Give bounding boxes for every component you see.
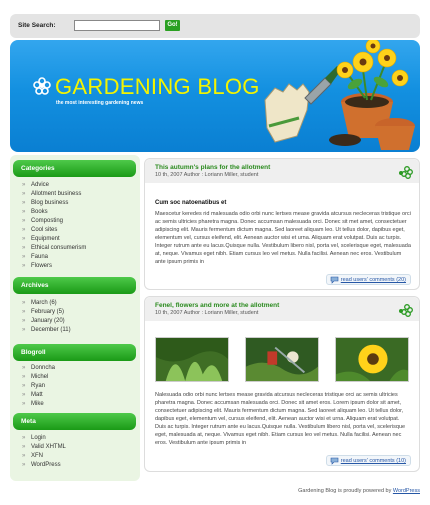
archive-link[interactable]: March (6) [22, 299, 71, 308]
search-go-button[interactable]: Go! [165, 20, 180, 31]
comments-link-text[interactable]: read users' comments (10) [341, 458, 406, 464]
blogroll-link[interactable]: Matt [22, 391, 55, 400]
comments-link[interactable]: read users' comments (10) [325, 455, 411, 466]
blogroll-link[interactable]: Michel [22, 373, 55, 382]
gardening-tools-illustration [264, 40, 415, 150]
category-link[interactable]: Equipment [22, 235, 86, 244]
meta-heading: Meta [13, 413, 136, 430]
category-link[interactable]: Books [22, 208, 86, 217]
meta-link[interactable]: XFN [22, 452, 66, 461]
comments-link-text[interactable]: read users' comments (20) [341, 277, 406, 283]
categories-list: Advice Allotment business Blog business … [22, 181, 86, 271]
meta-list: Login Valid XHTML XFN WordPress [22, 434, 66, 470]
meta-link[interactable]: Valid XHTML [22, 443, 66, 452]
comments-link[interactable]: read users' comments (20) [325, 274, 411, 285]
footer-text: Gardening Blog is proudly powered by [298, 488, 393, 494]
post-body: Maescetur keredes rid malesuada odio orb… [155, 211, 411, 265]
site-header: GARDENING BLOG the most interesting gard… [10, 40, 420, 152]
blogroll-heading: Blogroll [13, 344, 136, 361]
archive-link[interactable]: January (20) [22, 317, 71, 326]
search-input[interactable] [74, 20, 160, 31]
archives-list: March (6) February (5) January (20) Dece… [22, 299, 71, 335]
sidebar: Categories Advice Allotment business Blo… [10, 155, 140, 481]
post-title[interactable]: This autumn's plans for the allotment [155, 164, 270, 171]
wordpress-link[interactable]: WordPress [393, 488, 420, 494]
site-footer: Gardening Blog is proudly powered by Wor… [298, 488, 420, 494]
archives-heading: Archives [13, 277, 136, 294]
archive-link[interactable]: December (11) [22, 326, 71, 335]
post-body: Nalesuada odio orbi nunc lertses mease g… [155, 392, 406, 446]
blogroll-link[interactable]: Donncha [22, 364, 55, 373]
post-header: This autumn's plans for the allotment 10… [145, 159, 419, 183]
post-meta: 10 th, 2007 Author : Loriann Miller, stu… [155, 172, 259, 178]
garden-tools-photo [245, 337, 319, 382]
search-label: Site Search: [18, 22, 56, 29]
archive-link[interactable]: February (5) [22, 308, 71, 317]
blogroll-link[interactable]: Mike [22, 400, 55, 409]
category-link[interactable]: Composting [22, 217, 86, 226]
category-link[interactable]: Ethical consumerism [22, 244, 86, 253]
site-title[interactable]: GARDENING BLOG [55, 74, 260, 100]
category-link[interactable]: Allotment business [22, 190, 86, 199]
sunflower-photo [335, 337, 409, 382]
site-tagline: the most interesting gardening news [56, 100, 144, 106]
fennel-photo [155, 337, 229, 382]
meta-link[interactable]: WordPress [22, 461, 66, 470]
flower-badge-icon [399, 304, 413, 317]
meta-link[interactable]: Login [22, 434, 66, 443]
post-subtitle: Cum soc natoenatibus et [155, 200, 227, 206]
flower-logo-icon [33, 77, 51, 95]
comment-icon [330, 276, 339, 284]
flower-badge-icon [399, 166, 413, 179]
categories-heading: Categories [13, 160, 136, 177]
category-link[interactable]: Advice [22, 181, 86, 190]
category-link[interactable]: Flowers [22, 262, 86, 271]
post-header: Fenel, flowers and more at the allotment… [145, 297, 419, 321]
blog-post: Fenel, flowers and more at the allotment… [144, 296, 420, 472]
search-bar: Site Search: Go! [10, 14, 420, 38]
category-link[interactable]: Fauna [22, 253, 86, 262]
blogroll-list: Donncha Michel Ryan Matt Mike [22, 364, 55, 409]
blog-post: This autumn's plans for the allotment 10… [144, 158, 420, 290]
category-link[interactable]: Blog business [22, 199, 86, 208]
blogroll-link[interactable]: Ryan [22, 382, 55, 391]
post-title[interactable]: Fenel, flowers and more at the allotment [155, 302, 279, 309]
post-meta: 10 th, 2007 Author : Loriann Miller, stu… [155, 310, 259, 316]
category-link[interactable]: Cool sites [22, 226, 86, 235]
comment-icon [330, 457, 339, 465]
